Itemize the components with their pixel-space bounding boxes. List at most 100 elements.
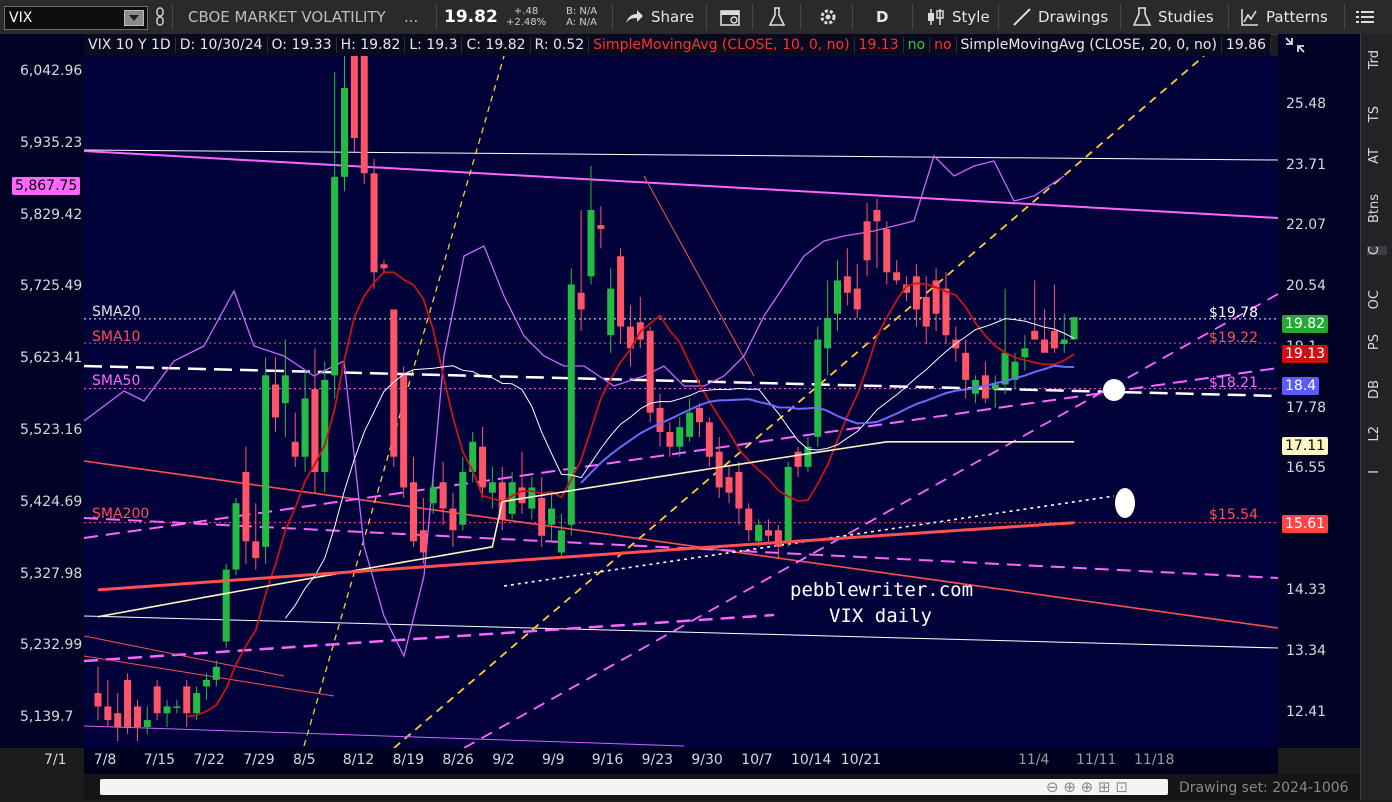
trend-line-13 [84, 725, 685, 747]
drawings-button[interactable]: Drawings [1012, 0, 1108, 34]
sidebar-tab-at[interactable]: AT [1367, 148, 1387, 164]
share-button[interactable]: Share [624, 0, 694, 34]
candle-body [479, 446, 487, 488]
scrollbar-thumb[interactable] [100, 779, 1168, 795]
time-axis[interactable]: 7/1 7/8 7/15 7/22 7/29 8/5 8/12 8/19 8/26 9/2 9/9 9… [44, 748, 1278, 774]
header-range: R: 0.52 [531, 37, 590, 53]
studies-button[interactable]: Studies [1132, 0, 1214, 34]
candle-body [873, 209, 881, 222]
time-axis-tick: 10/14 [791, 752, 832, 768]
time-axis-tick: 8/12 [342, 752, 375, 768]
trend-line-1 [84, 150, 1278, 219]
time-axis-tick: 7/29 [243, 752, 275, 768]
time-axis-tick: 9/2 [492, 752, 515, 768]
candle-body [1060, 339, 1068, 344]
candle-body [597, 225, 605, 229]
symbol-text: VIX [9, 10, 33, 26]
right-axis-tick: 22.07 [1286, 217, 1327, 234]
candle-body [163, 706, 171, 714]
candle-body [774, 530, 782, 547]
candle-body [656, 407, 664, 432]
candle-body [834, 280, 841, 314]
right-axis-tick: 20.54 [1286, 277, 1327, 294]
aggregation-button[interactable]: D [876, 0, 888, 34]
sidebar-tab-l2[interactable]: L2 [1367, 426, 1387, 442]
flask-icon[interactable] [768, 0, 786, 34]
patterns-button[interactable]: Patterns [1240, 0, 1328, 34]
sidebar-tab-btns[interactable]: Btns [1367, 194, 1387, 223]
candle-body [863, 221, 871, 261]
right-sidebar: Trd TS AT Btns C OC PS DB L2 I [1360, 34, 1392, 800]
candle-body [242, 471, 250, 542]
candle-body [1041, 339, 1049, 353]
right-axis-tick: 16.55 [1286, 460, 1327, 477]
trend-line-0 [84, 149, 1278, 161]
drawings-label: Drawings [1038, 8, 1109, 26]
candle-body [124, 679, 132, 727]
price-tag-sma50: 18.4 [1282, 377, 1320, 395]
annotation-site: pebblewriter.com [790, 579, 974, 601]
sidebar-tab-c[interactable]: C [1367, 246, 1387, 256]
header-high: H: 19.82 [337, 37, 406, 53]
candle-body [449, 508, 457, 531]
collapse-icon[interactable] [1284, 36, 1306, 58]
right-axis-tick: 23.71 [1286, 156, 1327, 173]
candle-body [331, 176, 339, 376]
candle-body [1070, 317, 1078, 340]
candle-body [676, 427, 684, 447]
candle-body [843, 276, 851, 293]
candle-body [567, 284, 575, 525]
sma10-study-value: 19.13 [855, 37, 904, 53]
trend-line-15 [84, 635, 285, 677]
sidebar-tab-i[interactable]: I [1367, 470, 1387, 474]
studies-icon [1132, 7, 1152, 26]
candle-body [390, 309, 398, 457]
sidebar-tab-ts[interactable]: TS [1367, 106, 1387, 122]
candle-body [301, 398, 309, 457]
left-axis-tick: 5,623.41 [20, 350, 83, 367]
sma20-study-label[interactable]: SimpleMovingAvg (CLOSE, 20, 0, no) [957, 37, 1222, 53]
candle-body [341, 87, 348, 177]
calendar-icon[interactable] [720, 0, 740, 34]
menu-icon[interactable] [1356, 0, 1374, 34]
sidebar-tab-oc[interactable]: OC [1367, 290, 1387, 309]
style-button[interactable]: Style [926, 0, 990, 34]
candle-body [94, 693, 102, 707]
chart-plot-area[interactable]: SMA20 SMA10 SMA50 SMA200 $19.78 $19.22 $… [84, 56, 1278, 748]
candle-body [962, 352, 970, 380]
zoom-icons[interactable]: ⊖ ⊕ ⊕ ⊞ ⊡ [1046, 778, 1128, 796]
sidebar-tab-trd[interactable]: Trd [1367, 50, 1387, 69]
time-axis-tick: 10/7 [741, 752, 773, 768]
left-axis-tick: 5,829.42 [20, 206, 83, 223]
candle-body [991, 384, 999, 390]
candle-body [400, 375, 408, 488]
price-line-label-1978: $19.78 [1209, 305, 1258, 321]
candle-body [252, 541, 260, 559]
time-axis-tick: 9/9 [542, 752, 565, 768]
candle-body [646, 330, 654, 413]
studies-label: Studies [1158, 8, 1214, 26]
candle-body [281, 375, 289, 404]
description-more[interactable]: ... [404, 0, 418, 34]
pencil-icon [1013, 8, 1031, 26]
header-date: D: 10/30/24 [176, 37, 268, 53]
header-close: C: 19.82 [462, 37, 531, 53]
time-axis-tick: 11/18 [1134, 752, 1175, 768]
candle-body [607, 288, 615, 336]
chart-svg [84, 56, 1278, 748]
share-icon [626, 10, 643, 23]
chart-scrollbar[interactable]: Drawing set: 2024-1006 ⊖ ⊕ ⊕ ⊞ ⊡ [84, 774, 1360, 800]
link-icon[interactable] [154, 0, 166, 34]
candle-body [518, 487, 526, 504]
sidebar-tab-ps[interactable]: PS [1367, 334, 1387, 350]
gear-icon[interactable] [818, 0, 838, 34]
sma10-study-label[interactable]: SimpleMovingAvg (CLOSE, 10, 0, no) [589, 37, 855, 53]
symbol-dropdown-button[interactable] [124, 10, 144, 26]
candle-body [893, 272, 901, 281]
time-axis-tick: 10/21 [840, 752, 882, 768]
symbol-input[interactable]: VIX [4, 6, 148, 30]
candle-body [133, 706, 141, 727]
candle-body [488, 482, 496, 493]
candle-body [853, 288, 861, 310]
sidebar-tab-db[interactable]: DB [1367, 380, 1387, 399]
